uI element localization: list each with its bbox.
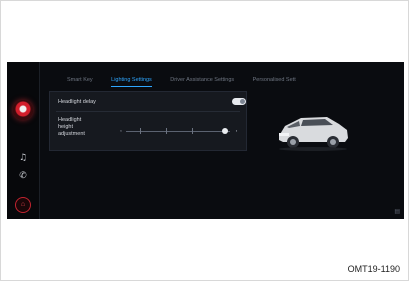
home-icon[interactable]: ⌂ — [15, 197, 31, 213]
divider — [56, 111, 240, 112]
lighting-settings-panel: Headlight delay Headlight height adjustm… — [49, 91, 247, 151]
headlight-low-icon: ◐ — [120, 128, 123, 133]
height-adjust-label-line1: Headlight — [58, 117, 82, 123]
tab-smart-key[interactable]: Smart Key — [67, 77, 93, 86]
slider-tick — [192, 128, 193, 134]
infotainment-screen: ♫ ✆ ⌂ Smart Key Lighting Settings Driver… — [7, 62, 404, 219]
figure-caption: OMT19-1190 — [347, 264, 400, 274]
headlight-high-icon: ◑ — [235, 128, 238, 133]
height-adjust-slider[interactable] — [126, 131, 230, 132]
figure-frame: ♫ ✆ ⌂ Smart Key Lighting Settings Driver… — [0, 0, 409, 281]
music-icon[interactable]: ♫ — [7, 152, 39, 164]
headlight-delay-label: Headlight delay — [58, 99, 96, 105]
slider-tick — [140, 128, 141, 134]
profile-avatar[interactable] — [13, 100, 33, 120]
settings-tabs: Smart Key Lighting Settings Driver Assis… — [67, 68, 310, 87]
corner-icon[interactable]: ▤ — [394, 208, 400, 215]
height-adjust-label-line2: height — [58, 124, 73, 130]
tab-driver-assistance-settings[interactable]: Driver Assistance Settings — [170, 77, 234, 86]
slider-handle[interactable] — [221, 128, 228, 134]
height-adjust-label-line3: adjustment — [58, 131, 85, 137]
toggle-knob — [240, 99, 245, 104]
left-rail: ♫ ✆ ⌂ — [7, 62, 40, 219]
tab-lighting-settings[interactable]: Lighting Settings — [111, 77, 152, 87]
phone-icon[interactable]: ✆ — [7, 170, 39, 182]
car-illustration — [279, 117, 348, 151]
slider-tick — [166, 128, 167, 134]
tab-personalised-settings[interactable]: Personalised Sett — [253, 77, 296, 86]
headlight-delay-toggle[interactable] — [232, 98, 246, 105]
